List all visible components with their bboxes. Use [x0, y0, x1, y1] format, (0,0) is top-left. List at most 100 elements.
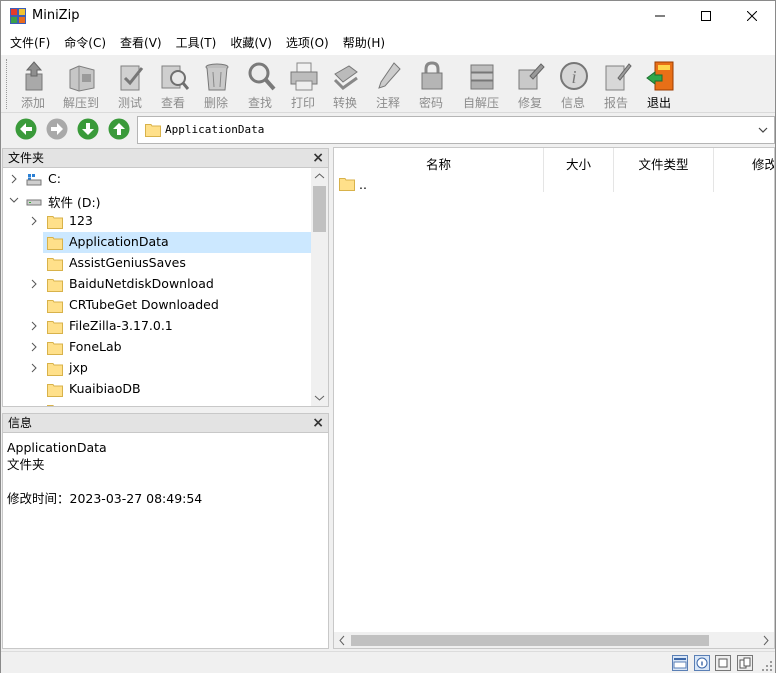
- tree-item-folder[interactable]: 123: [3, 211, 312, 232]
- minizip-logo-icon: [10, 8, 26, 24]
- forward-icon[interactable]: [46, 118, 68, 140]
- minimize-button[interactable]: [637, 1, 683, 31]
- tree-item-folder-partial[interactable]: [3, 400, 312, 406]
- toolbar-grip[interactable]: [6, 59, 9, 109]
- info-type: 文件夹: [7, 457, 45, 472]
- search-icon: [248, 62, 276, 91]
- info-icon: i: [560, 62, 588, 90]
- menu-file[interactable]: 文件(F): [3, 32, 57, 54]
- chevron-right-icon[interactable]: [29, 278, 39, 290]
- delete-icon: [205, 63, 229, 91]
- menu-bar: 文件(F) 命令(C) 查看(V) 工具(T) 收藏(V) 选项(O) 帮助(H…: [1, 31, 775, 55]
- tiles-view-icon[interactable]: [737, 655, 753, 671]
- minimize-icon: [655, 15, 665, 17]
- tree-item-folder[interactable]: CRTubeGet Downloaded: [3, 295, 312, 316]
- sfx-icon: [470, 64, 494, 90]
- tree-item-folder[interactable]: AssistGeniusSaves: [3, 253, 312, 274]
- resize-grip-icon[interactable]: [761, 660, 773, 672]
- close-button[interactable]: [729, 1, 775, 31]
- back-icon[interactable]: [15, 118, 37, 140]
- toolbar: 添加 解压到 测试 查看 删除 查找 打印 转换 注释 密码 自解压 修复 i …: [1, 55, 775, 113]
- scroll-down-icon[interactable]: [311, 389, 328, 406]
- chevron-right-icon[interactable]: [29, 341, 39, 353]
- layout-list-icon[interactable]: [672, 655, 688, 671]
- scroll-up-icon[interactable]: [311, 168, 328, 185]
- folder-icon: [47, 321, 63, 334]
- chevron-right-icon[interactable]: [29, 320, 39, 332]
- sfx-button[interactable]: 自解压: [459, 58, 503, 112]
- file-list-hscrollbar[interactable]: [334, 632, 774, 649]
- chevron-down-icon[interactable]: [9, 194, 19, 206]
- tree-item-c-drive[interactable]: C:: [3, 169, 312, 190]
- menu-help[interactable]: 帮助(H): [336, 32, 392, 54]
- exit-button[interactable]: 退出: [637, 58, 681, 112]
- info-panel-header: 信息 ×: [2, 413, 329, 433]
- delete-button[interactable]: 删除: [194, 58, 238, 112]
- menu-tools[interactable]: 工具(T): [169, 32, 224, 54]
- test-icon: [120, 65, 144, 91]
- folder-icon: [47, 237, 63, 250]
- chevron-right-icon[interactable]: [29, 362, 39, 374]
- chevron-right-icon[interactable]: [9, 173, 19, 185]
- menu-favorites[interactable]: 收藏(V): [223, 32, 279, 54]
- maximize-button[interactable]: [683, 1, 729, 31]
- comment-icon: [378, 62, 401, 89]
- folder-icon: [47, 384, 63, 397]
- tree-item-folder[interactable]: BaiduNetdiskDownload: [3, 274, 312, 295]
- down-icon[interactable]: [77, 118, 99, 140]
- print-button[interactable]: 打印: [281, 58, 325, 112]
- tree-item-folder[interactable]: KuaibiaoDB: [3, 379, 312, 400]
- comment-button[interactable]: 注释: [366, 58, 410, 112]
- drive-icon: [26, 199, 42, 206]
- info-panel-title: 信息: [8, 416, 33, 430]
- tree-item-folder[interactable]: FoneLab: [3, 337, 312, 358]
- file-row-parent[interactable]: ..: [334, 176, 634, 196]
- find-button[interactable]: 查找: [238, 58, 282, 112]
- info-button[interactable]: i 信息: [551, 58, 595, 112]
- tree-scrollbar[interactable]: [311, 168, 328, 406]
- extract-to-button[interactable]: 解压到: [59, 58, 103, 112]
- print-icon: [290, 62, 318, 91]
- report-icon: [605, 63, 632, 91]
- menu-command[interactable]: 命令(C): [57, 32, 113, 54]
- status-bar: [1, 651, 775, 673]
- column-header-modified[interactable]: 修改: [714, 148, 774, 192]
- tree-item-d-drive[interactable]: 软件 (D:): [3, 190, 312, 211]
- up-icon[interactable]: [108, 118, 130, 140]
- menu-options[interactable]: 选项(O): [279, 32, 336, 54]
- address-path: ApplicationData: [165, 123, 265, 136]
- folder-tree: C: 软件 (D:) 123 ApplicationData AssistGen…: [2, 168, 329, 407]
- view-button[interactable]: 查看: [151, 58, 195, 112]
- details-view-icon[interactable]: [715, 655, 731, 671]
- info-panel-close-button[interactable]: ×: [312, 414, 324, 432]
- info-view-icon[interactable]: [694, 655, 710, 671]
- folder-icon: [47, 300, 63, 313]
- title-bar: MiniZip: [1, 1, 775, 31]
- info-panel-body: ApplicationData 文件夹 修改时间：2023-03-27 08:4…: [2, 433, 329, 649]
- report-button[interactable]: 报告: [594, 58, 638, 112]
- tree-item-folder[interactable]: FileZilla-3.17.0.1: [3, 316, 312, 337]
- repair-icon: [518, 63, 545, 90]
- scrollbar-thumb[interactable]: [351, 635, 709, 646]
- chevron-right-icon[interactable]: [29, 215, 39, 227]
- tree-item-folder[interactable]: jxp: [3, 358, 312, 379]
- password-button[interactable]: 密码: [409, 58, 453, 112]
- repair-button[interactable]: 修复: [508, 58, 552, 112]
- file-list: 名称 大小 文件类型 修改 ..: [333, 147, 775, 649]
- app-window: MiniZip 文件(F) 命令(C) 查看(V) 工具(T) 收藏(V) 选项…: [0, 0, 776, 673]
- scroll-left-icon[interactable]: [334, 632, 351, 649]
- folder-icon: [47, 405, 54, 406]
- view-icon: [161, 65, 189, 90]
- menu-view[interactable]: 查看(V): [113, 32, 169, 54]
- test-button[interactable]: 测试: [108, 58, 152, 112]
- tree-item-folder-selected[interactable]: ApplicationData: [3, 232, 312, 253]
- drive-icon: [26, 174, 42, 186]
- address-input[interactable]: ApplicationData: [137, 116, 775, 144]
- chevron-down-icon[interactable]: [756, 122, 770, 138]
- scroll-right-icon[interactable]: [757, 632, 774, 649]
- folders-panel-close-button[interactable]: ×: [312, 149, 324, 167]
- scrollbar-thumb[interactable]: [313, 186, 326, 232]
- add-button[interactable]: 添加: [11, 58, 55, 112]
- extract-icon: [69, 65, 95, 92]
- convert-button[interactable]: 转换: [323, 58, 367, 112]
